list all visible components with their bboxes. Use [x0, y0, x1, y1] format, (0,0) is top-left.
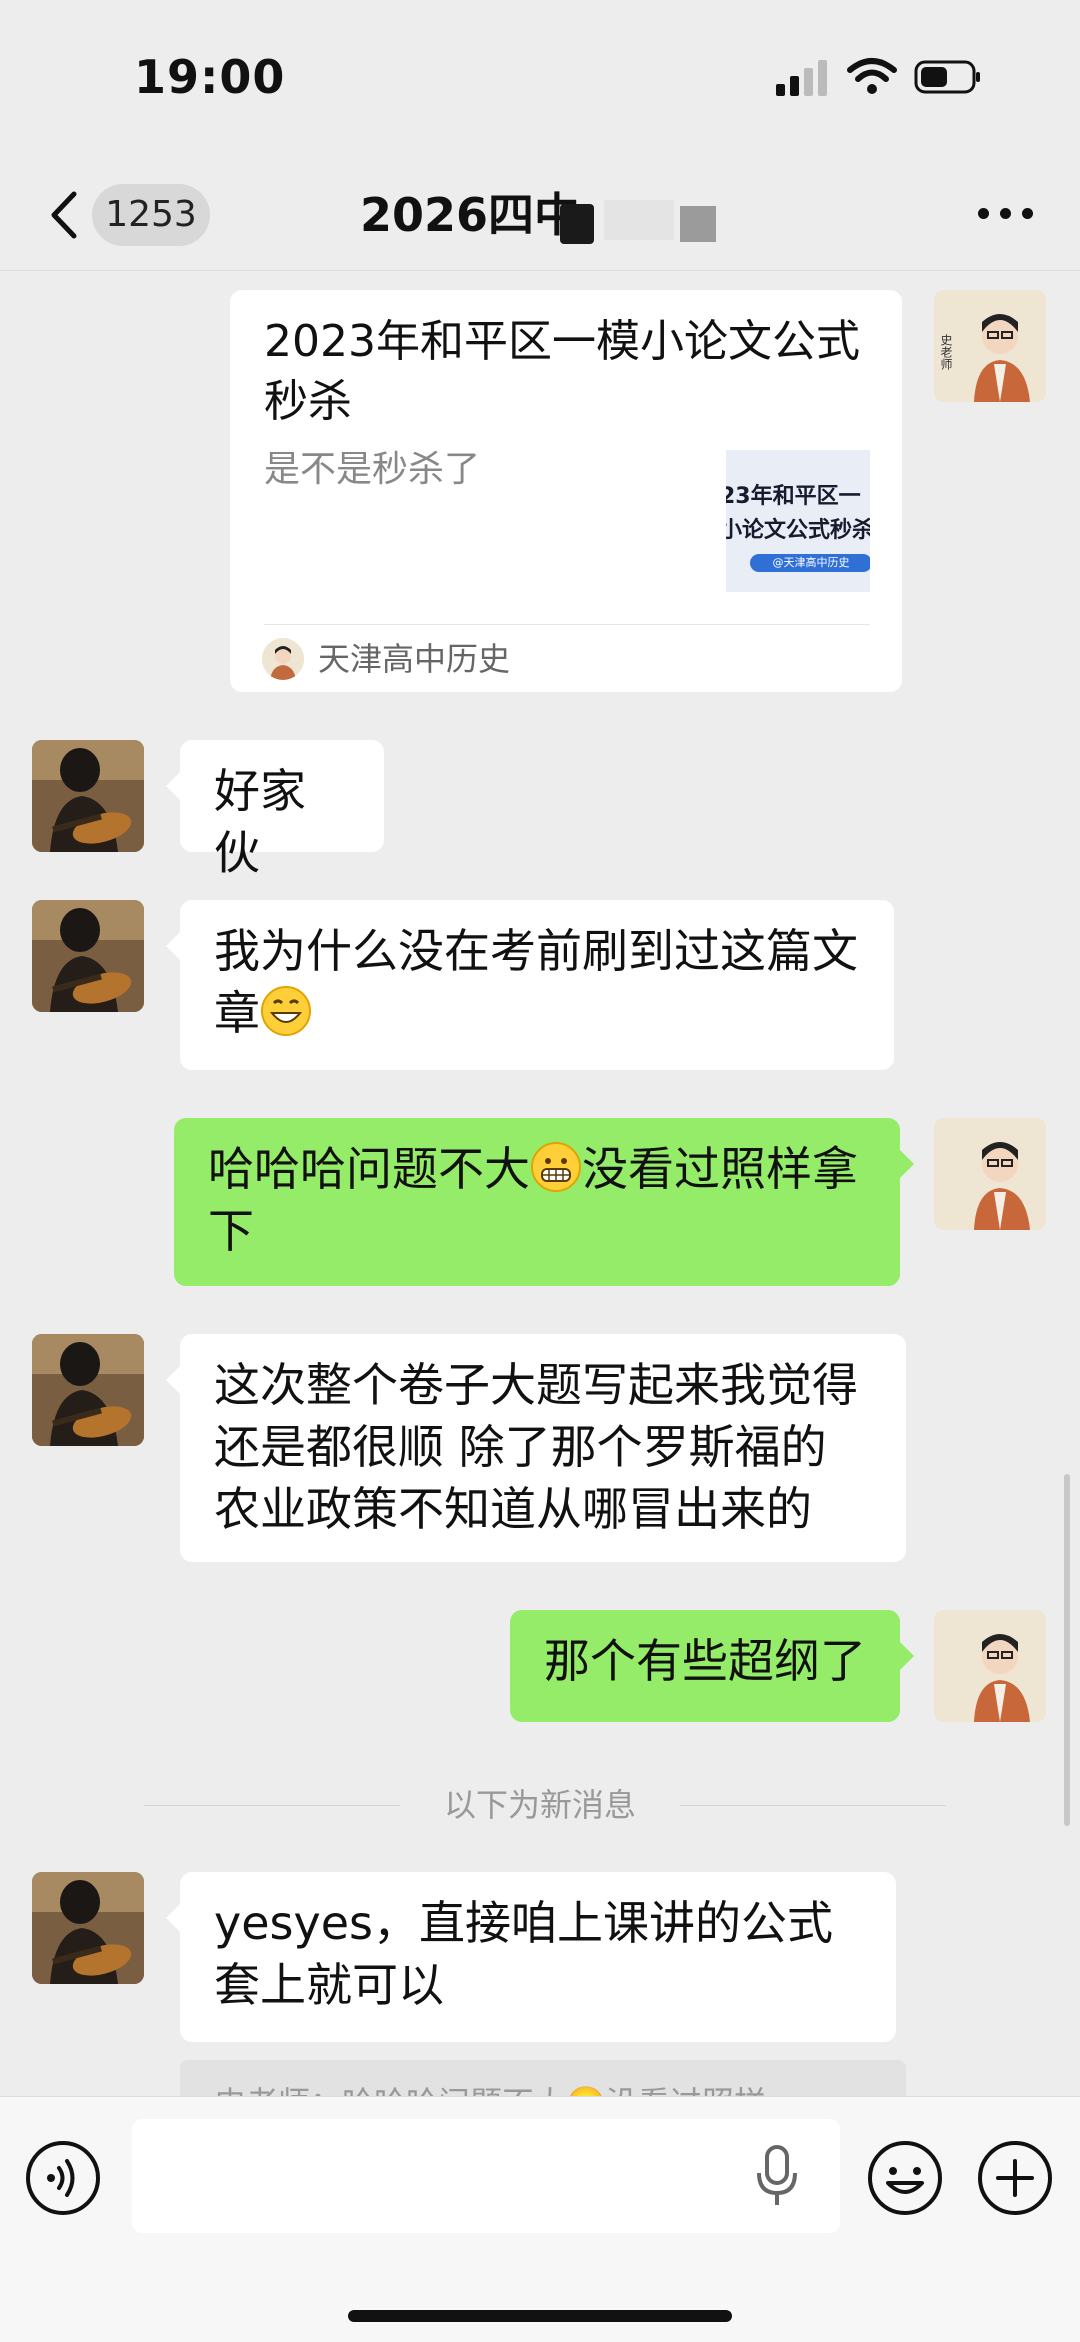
- avatar-me[interactable]: [934, 1118, 1046, 1230]
- message-bubble-received[interactable]: 这次整个卷子大题写起来我觉得还是都很顺 除了那个罗斯福的农业政策不知道从哪冒出来…: [166, 1334, 906, 1562]
- avatar-student[interactable]: [32, 1872, 144, 1984]
- back-arrow-icon[interactable]: [44, 188, 84, 242]
- battery-icon: [914, 60, 980, 94]
- more-icon[interactable]: [978, 208, 1034, 222]
- thumbnail-text: 小论文公式秒杀: [726, 518, 870, 543]
- message-bubble-received[interactable]: yesyes，直接咱上课讲的公式套上就可以: [166, 1872, 896, 2042]
- article-card[interactable]: 2023年和平区一模小论文公式秒杀 是不是秒杀了 23年和平区一 小论文公式秒杀…: [230, 290, 902, 692]
- message-text: yesyes，直接咱上课讲的公式套上就可以: [214, 1896, 833, 2012]
- home-indicator[interactable]: [348, 2310, 732, 2322]
- card-divider: [264, 624, 870, 625]
- message-bubble-sent[interactable]: 哈哈哈问题不大 没看过照样拿下: [174, 1118, 914, 1286]
- voice-icon[interactable]: [24, 2139, 102, 2217]
- redacted-title-mark: [680, 206, 716, 242]
- redacted-title-mark: [560, 204, 594, 244]
- signal-icon: [776, 56, 836, 96]
- article-source-name: 天津高中历史: [318, 640, 511, 678]
- plus-icon[interactable]: [976, 2139, 1054, 2217]
- message-text: 哈哈哈问题不大: [208, 1142, 530, 1196]
- message-text: 好家伙: [214, 764, 306, 880]
- article-title: 2023年和平区一模小论文公式秒杀: [264, 316, 860, 427]
- message-text: 那个有些超纲了: [544, 1634, 866, 1688]
- status-time: 19:00: [134, 50, 286, 104]
- unread-count-badge[interactable]: 1253: [92, 184, 210, 246]
- thumbnail-tag: @天津高中历史: [750, 554, 870, 572]
- grimacing-face-icon: [531, 1142, 581, 1192]
- message-bubble-received[interactable]: 好家伙: [166, 740, 384, 880]
- avatar-me[interactable]: [934, 1610, 1046, 1722]
- message-input[interactable]: [132, 2119, 840, 2233]
- chat-header: 1253 2026四中: [0, 160, 1080, 271]
- chat-title: 2026四中: [360, 188, 581, 242]
- message-bubble-sent[interactable]: 那个有些超纲了: [510, 1610, 914, 1722]
- wifi-icon: [847, 58, 897, 94]
- emoji-icon[interactable]: [866, 2139, 944, 2217]
- avatar-student[interactable]: [32, 740, 144, 852]
- avatar-text: 史老师: [939, 334, 953, 370]
- new-messages-divider: 以下为新消息: [0, 1780, 1080, 1830]
- microphone-icon[interactable]: [752, 2143, 802, 2209]
- avatar-me[interactable]: 史老师: [934, 290, 1046, 402]
- article-description: 是不是秒杀了: [264, 449, 481, 490]
- scrollbar[interactable]: [1064, 1474, 1070, 1826]
- thumbnail-text: 23年和平区一: [726, 484, 861, 509]
- avatar-student[interactable]: [32, 900, 144, 1012]
- status-bar: 19:00: [0, 0, 1080, 160]
- source-avatar: [262, 638, 304, 680]
- grinning-face-icon: [261, 986, 311, 1036]
- chat-input-bar: [0, 2096, 1080, 2342]
- avatar-student[interactable]: [32, 1334, 144, 1446]
- new-messages-label: 以下为新消息: [443, 1786, 636, 1824]
- redacted-title-mark: [604, 200, 674, 240]
- article-thumbnail: 23年和平区一 小论文公式秒杀 @天津高中历史: [726, 450, 870, 592]
- message-bubble-received[interactable]: 我为什么没在考前刷到过这篇文章: [166, 900, 894, 1070]
- message-text: 这次整个卷子大题写起来我觉得还是都很顺 除了那个罗斯福的农业政策不知道从哪冒出来…: [214, 1358, 858, 1536]
